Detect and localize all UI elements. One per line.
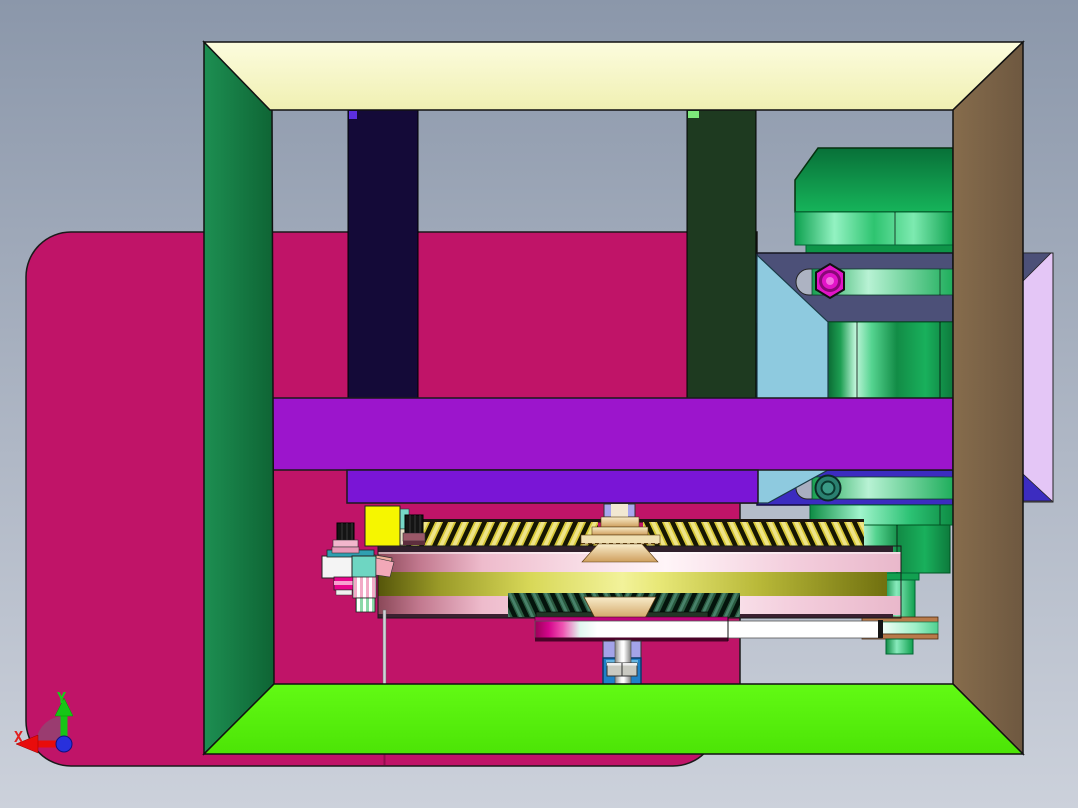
x-axis-label: X <box>14 728 23 746</box>
motor-dome <box>794 147 954 213</box>
gear-disc-band-olive <box>378 572 887 596</box>
frame-left-column <box>203 40 275 756</box>
washer-mauve-edge <box>403 541 425 545</box>
inner-column-navy <box>347 109 419 401</box>
hub-tier-3 <box>580 534 661 545</box>
gear-teeth-upper-right <box>643 522 864 548</box>
gear-wheel-assembly <box>369 503 902 621</box>
cylinder-green-striped <box>355 597 376 613</box>
bracket-teal-block <box>351 555 377 579</box>
ring-white <box>335 589 353 596</box>
inner-column-green <box>686 109 757 401</box>
bolt-left <box>336 522 355 541</box>
cylinder-pink-striped <box>352 576 377 599</box>
clamp-block-yellow <box>364 505 401 547</box>
gear-lower-hub <box>583 596 657 621</box>
mount-back-panel <box>1022 252 1054 503</box>
y-axis-label: Y <box>57 689 66 707</box>
motor-band <box>794 211 954 246</box>
hub-tier-2 <box>591 526 649 536</box>
beam-upper <box>269 397 954 471</box>
washer-mauve <box>402 532 426 542</box>
beam-lower <box>346 469 759 504</box>
belt-end <box>878 620 883 638</box>
frame-top-panel <box>202 41 1025 111</box>
motor-pulley <box>881 621 939 635</box>
ring-magenta-highlight <box>334 581 354 585</box>
hanger-rod <box>382 609 387 685</box>
frame-bottom-panel <box>202 683 1025 755</box>
motor-step <box>805 244 954 254</box>
hub-tier-1 <box>600 516 640 528</box>
shaft-collar-core <box>611 504 628 517</box>
washer-pink-1 <box>332 539 359 548</box>
hanger-rod-seam <box>383 754 386 765</box>
render-canvas[interactable]: X Y <box>0 0 1078 808</box>
axis-origin-dot <box>55 735 73 753</box>
washer-pink-2 <box>331 546 360 554</box>
frame-right-column <box>952 40 1024 756</box>
inner-column-navy-cap <box>349 111 357 119</box>
belt-band <box>534 620 883 639</box>
cad-viewport[interactable]: X Y <box>0 0 1078 808</box>
motor-shaft-stub <box>885 638 914 655</box>
bolt-teal-center <box>820 480 836 496</box>
hex-bolt-magenta-center <box>826 277 834 285</box>
inner-column-green-cap <box>688 111 699 118</box>
